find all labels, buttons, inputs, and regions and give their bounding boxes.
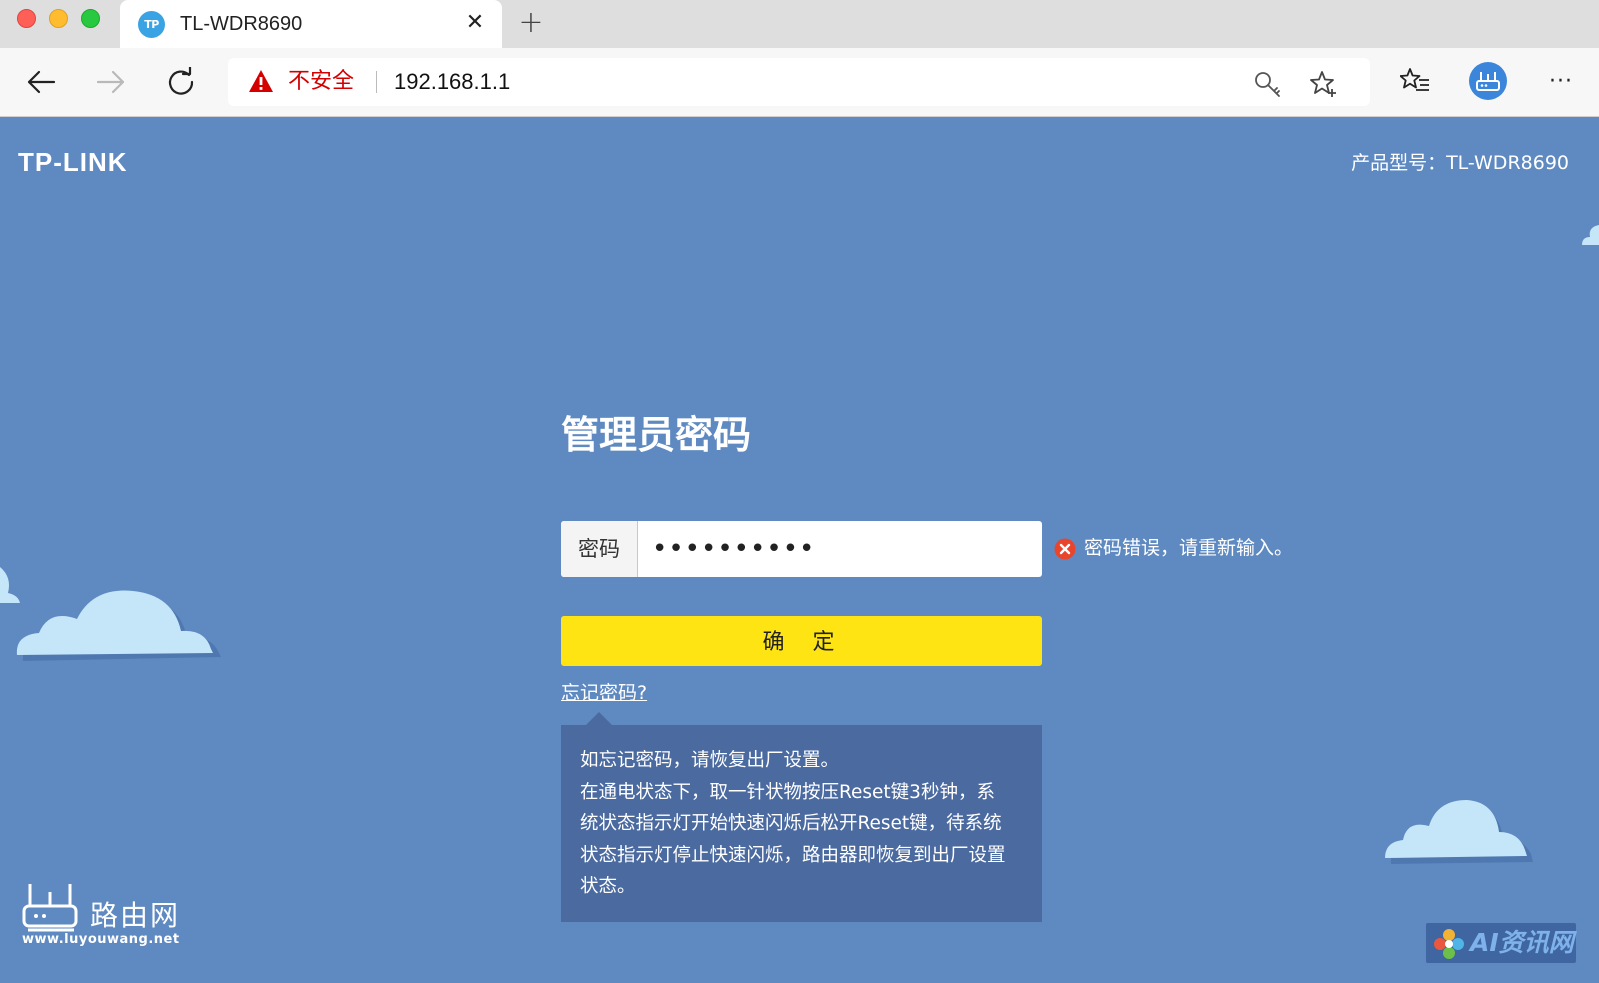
browser-toolbar: 不安全 192.168.1.1 ··· (0, 48, 1599, 117)
ai-watermark: AI资讯网 (1426, 923, 1576, 963)
watermark-name: 路由网 (90, 899, 181, 932)
tab-close-icon[interactable]: ✕ (462, 10, 488, 36)
tip-arrow (586, 712, 612, 725)
new-tab-button[interactable]: + (516, 8, 546, 38)
reload-button[interactable] (161, 62, 201, 102)
favorites-button[interactable] (1397, 63, 1433, 99)
router-login-page: TP-LINK 产品型号：TL-WDR8690 管理员密码 密码 密码错误，请重… (0, 117, 1599, 983)
login-title: 管理员密码 (561, 413, 752, 457)
product-model-label: 产品型号：TL-WDR8690 (1351, 152, 1569, 174)
window-minimize-button[interactable] (49, 9, 68, 28)
address-bar[interactable]: 不安全 192.168.1.1 (228, 58, 1370, 106)
window-close-button[interactable] (17, 9, 36, 28)
window-zoom-button[interactable] (81, 9, 100, 28)
address-divider (376, 71, 377, 93)
confirm-button[interactable]: 确定 (561, 616, 1042, 666)
flower-logo-icon (1434, 929, 1464, 959)
password-key-button[interactable] (1253, 70, 1280, 97)
ai-watermark-text: AI资讯网 (1470, 928, 1574, 957)
active-tab[interactable]: TP TL-WDR8690 ✕ (120, 0, 502, 48)
url-text[interactable]: 192.168.1.1 (394, 68, 510, 96)
tp-link-favicon-icon: TP (138, 11, 165, 38)
tab-title: TL-WDR8690 (180, 13, 303, 35)
forward-button[interactable] (91, 62, 131, 102)
favorites-list-icon (1400, 68, 1429, 91)
tp-link-logo: TP-LINK (18, 147, 128, 177)
router-profile-icon (1469, 62, 1507, 100)
password-input[interactable] (638, 521, 1038, 577)
arrow-left-icon (27, 70, 56, 94)
add-favorite-button[interactable] (1310, 70, 1336, 97)
watermark-url: www.luyouwang.net (22, 932, 180, 947)
password-label: 密码 (561, 521, 638, 577)
profile-button[interactable] (1468, 61, 1508, 101)
tip-line: 状态。 (580, 876, 636, 897)
tip-line: 统状态指示灯开始快速闪烁后松开Reset键，待系统 (580, 813, 1002, 834)
cloud-decoration (16, 590, 221, 661)
tip-line: 如忘记密码，请恢复出厂设置。 (580, 750, 840, 771)
password-field-group: 密码 (561, 521, 1042, 577)
cloud-decoration (1385, 800, 1533, 864)
add-favorite-star-icon (1310, 71, 1336, 97)
back-button[interactable] (21, 62, 61, 102)
key-icon (1255, 72, 1280, 97)
insecure-label[interactable]: 不安全 (288, 68, 354, 96)
error-message: 密码错误，请重新输入。 (1084, 537, 1294, 559)
tip-line: 状态指示灯停止快速闪烁，路由器即恢复到出厂设置 (580, 844, 1006, 866)
router-watermark-icon (22, 884, 78, 932)
more-menu-icon[interactable]: ··· (1543, 63, 1579, 99)
cloud-edge-decoration (1582, 225, 1599, 245)
tip-line: 在通电状态下，取一针状物按压Reset键3秒钟，系 (580, 781, 995, 803)
arrow-right-icon (96, 70, 125, 94)
error-x-circle-icon (1054, 538, 1076, 560)
browser-tab-bar: TP TL-WDR8690 ✕ + (0, 0, 1599, 48)
warning-triangle-icon (249, 70, 273, 92)
reload-icon (168, 67, 194, 95)
reset-tip-box: 如忘记密码，请恢复出厂设置。 在通电状态下，取一针状物按压Reset键3秒钟，系… (561, 725, 1042, 922)
forgot-password-link[interactable]: 忘记密码? (561, 681, 647, 705)
cloud-edge-decoration (0, 567, 20, 603)
